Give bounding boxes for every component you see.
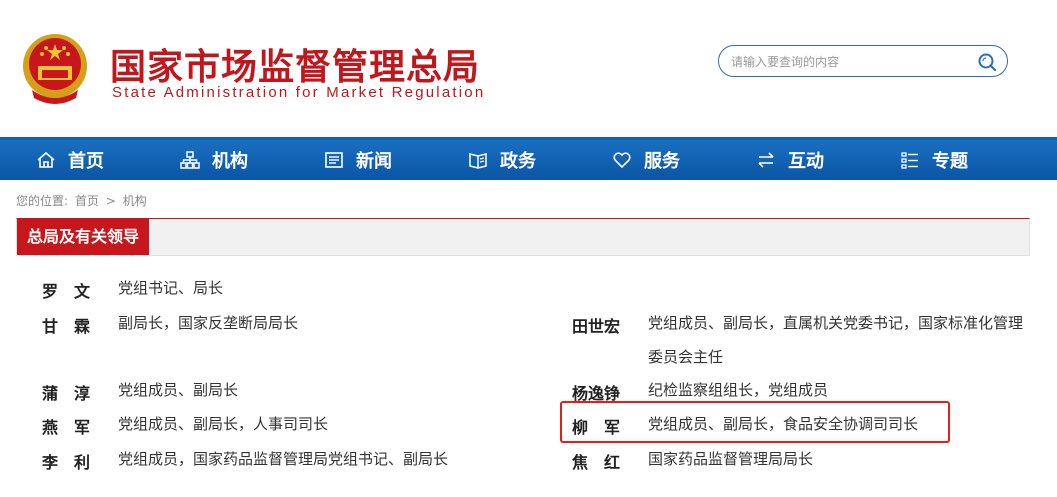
nav-label: 新闻 bbox=[356, 151, 392, 172]
nav-label: 首页 bbox=[68, 151, 104, 172]
nav-label: 专题 bbox=[932, 151, 968, 172]
list-icon bbox=[901, 152, 918, 169]
leader-role: 党组成员、副局长，直属机关党委书记，国家标准化管理委员会主任 bbox=[648, 314, 1024, 366]
leader-name[interactable]: 燕 军 bbox=[42, 414, 90, 438]
site-header: 国家市场监督管理总局 State Administration for Mark… bbox=[0, 0, 1057, 137]
nav-item-topics[interactable]: 专题 bbox=[900, 140, 968, 180]
leader-name[interactable]: 蒲 淳 bbox=[42, 380, 90, 404]
nav-label: 互动 bbox=[788, 151, 824, 172]
newspaper-icon bbox=[325, 152, 343, 168]
breadcrumb: 您的位置: 首页 > 机构 bbox=[16, 192, 150, 209]
leader-role: 党组成员、副局长 bbox=[118, 381, 239, 399]
main-nav: 首页 机构 新闻 政务 服务 互动 专题 bbox=[0, 137, 1057, 180]
nav-label: 服务 bbox=[644, 151, 680, 172]
leader-role: 党组成员、副局长，人事司司长 bbox=[118, 415, 329, 433]
breadcrumb-separator: > bbox=[105, 194, 116, 208]
nav-label: 政务 bbox=[500, 151, 536, 172]
nav-item-service[interactable]: 服务 bbox=[612, 140, 680, 180]
search-input[interactable] bbox=[729, 52, 973, 72]
leader-name[interactable]: 焦 红 bbox=[572, 449, 620, 473]
nav-item-gov[interactable]: 政务 bbox=[468, 140, 536, 180]
section-header: 总局及有关领导 bbox=[16, 218, 1030, 256]
leader-name[interactable]: 田世宏 bbox=[572, 313, 620, 337]
nav-item-org[interactable]: 机构 bbox=[180, 140, 248, 180]
leader-name[interactable]: 李 利 bbox=[42, 449, 90, 473]
book-icon bbox=[469, 153, 487, 169]
breadcrumb-prefix: 您的位置: bbox=[16, 194, 69, 208]
nav-item-interact[interactable]: 互动 bbox=[756, 140, 824, 180]
leader-role: 国家药品监督管理局局长 bbox=[648, 450, 814, 468]
breadcrumb-org[interactable]: 机构 bbox=[123, 194, 147, 208]
site-title-en: State Administration for Market Regulati… bbox=[112, 84, 486, 101]
breadcrumb-home[interactable]: 首页 bbox=[75, 194, 99, 208]
search-box bbox=[718, 45, 1008, 77]
leader-role: 党组书记、局长 bbox=[118, 279, 224, 297]
site-title-cn: 国家市场监督管理总局 bbox=[110, 47, 481, 88]
leader-role: 副局长，国家反垄断局局长 bbox=[118, 314, 299, 332]
heart-icon bbox=[613, 152, 631, 169]
leader-name[interactable]: 罗 文 bbox=[42, 278, 90, 302]
nav-label: 机构 bbox=[212, 151, 248, 172]
search-icon[interactable] bbox=[977, 52, 997, 72]
national-emblem-icon[interactable] bbox=[20, 30, 90, 108]
swap-arrows-icon bbox=[758, 152, 774, 168]
leader-role: 党组成员，国家药品监督管理局党组书记、副局长 bbox=[118, 450, 449, 468]
section-title: 总局及有关领导 bbox=[17, 219, 150, 255]
org-chart-icon bbox=[180, 151, 200, 169]
nav-item-news[interactable]: 新闻 bbox=[324, 140, 392, 180]
home-icon bbox=[37, 151, 55, 168]
highlight-box bbox=[560, 401, 950, 443]
nav-item-home[interactable]: 首页 bbox=[36, 140, 104, 180]
leader-name[interactable]: 甘 霖 bbox=[42, 313, 90, 337]
